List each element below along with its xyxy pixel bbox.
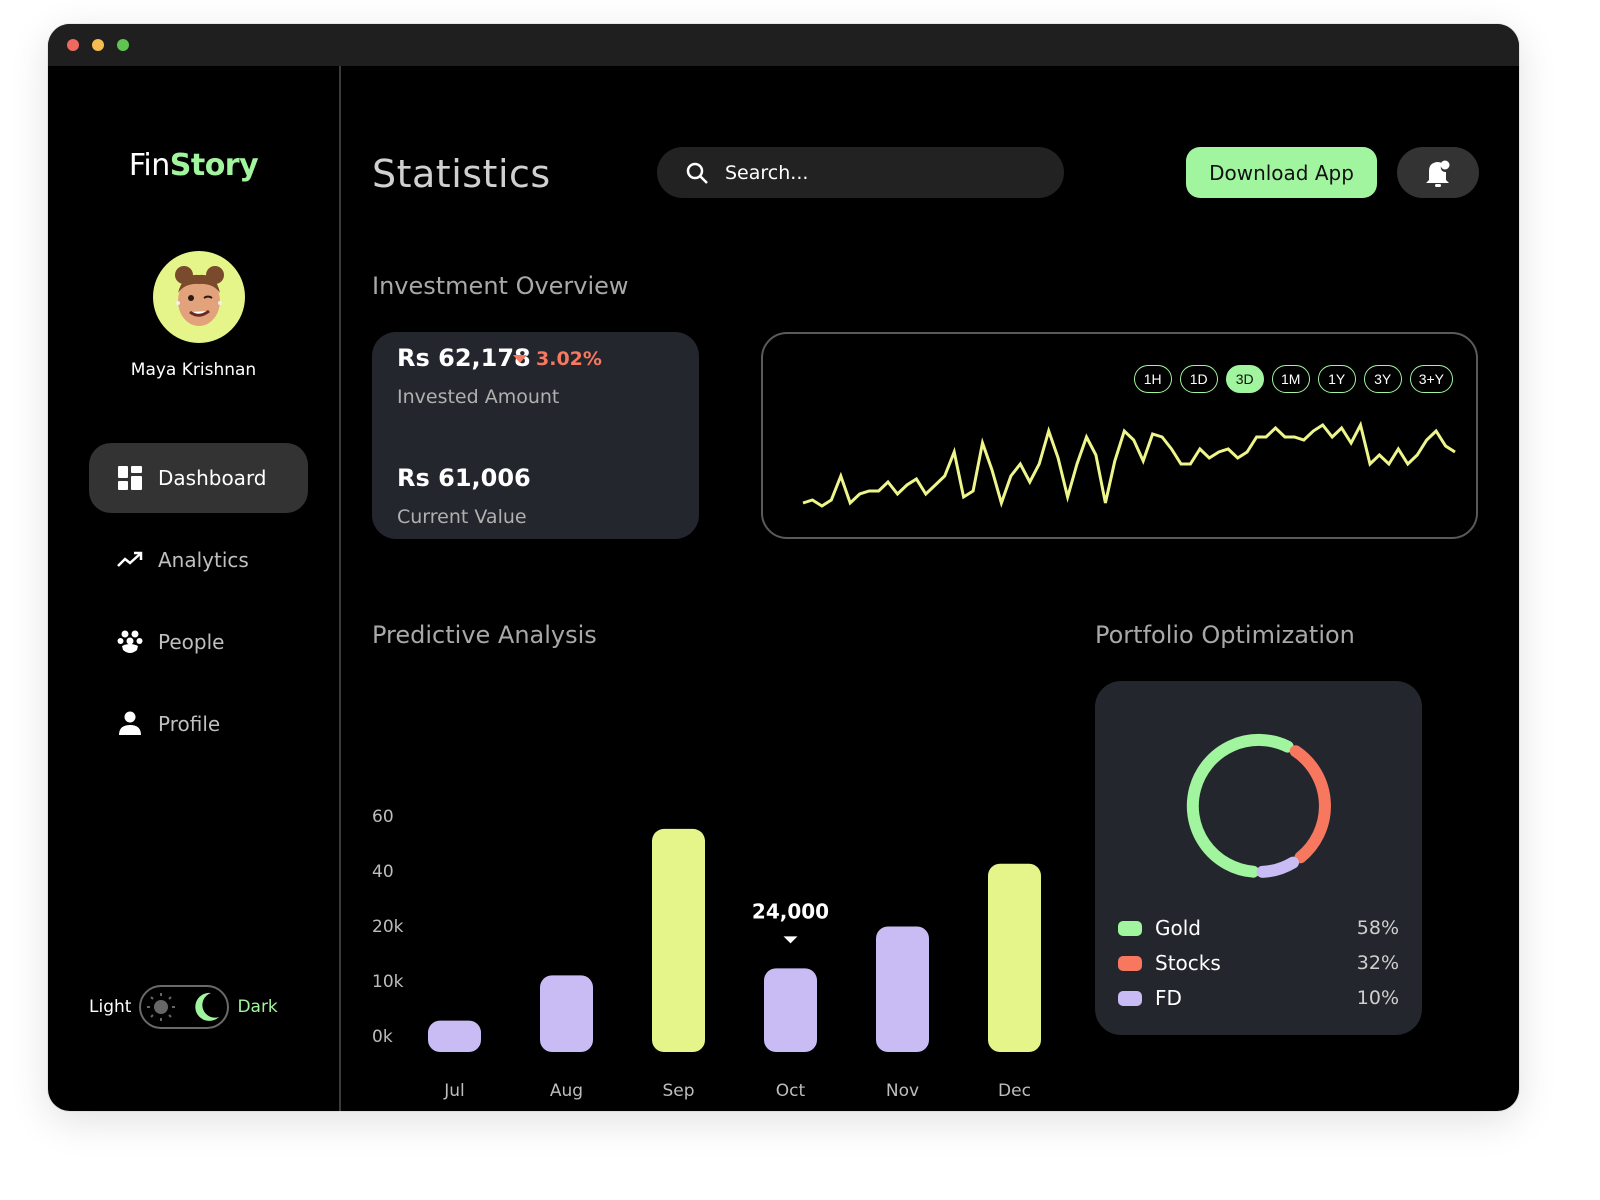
main-content: Statistics Download App Investment Overv…: [343, 66, 1519, 1111]
highlight-pointer-icon: [783, 936, 798, 944]
bar-highlight-label: 24,000: [752, 899, 829, 923]
legend-swatch: [1118, 990, 1142, 1006]
predictive-bar-chart: 0k 10k 20k 40 60 Jul Aug Sep Oct 24,000 Nov Dec: [372, 807, 1041, 1101]
donut-slice-fd[interactable]: [1256, 856, 1299, 878]
legend-swatch: [1118, 955, 1142, 971]
legend-label: FD: [1155, 986, 1182, 1010]
y-tick-label: 20k: [372, 917, 404, 937]
portfolio-card: Gold 58% Stocks 32% FD 10%: [1095, 681, 1422, 1035]
investment-summary-card: Rs 62,178 3.02% Invested Amount Rs 61,00…: [372, 332, 699, 539]
maximize-window-button[interactable]: [117, 39, 129, 51]
sun-icon: [147, 993, 176, 1021]
moon-icon: [195, 992, 220, 1021]
legend-swatch: [1118, 920, 1142, 936]
sidebar-item-analytics[interactable]: Analytics: [89, 525, 308, 595]
sidebar-item-dashboard[interactable]: Dashboard: [89, 443, 308, 513]
x-tick-label: Dec: [998, 1081, 1031, 1101]
page-title: Statistics: [372, 152, 551, 196]
theme-light-label[interactable]: Light: [89, 997, 131, 1017]
sidebar-item-label: Analytics: [158, 548, 249, 572]
x-tick-label: Oct: [776, 1081, 806, 1101]
investment-line-chart-card: 1H 1D 3D 1M 1Y 3Y 3+Y: [761, 332, 1478, 539]
legend-item-stocks: Stocks 32%: [1118, 948, 1399, 978]
portfolio-donut-chart: [1186, 734, 1331, 878]
theme-toggle[interactable]: [139, 985, 230, 1029]
sidebar: FinStory Maya Krishnan Dashboard Analyti…: [48, 66, 341, 1111]
portfolio-optimization-title: Portfolio Optimization: [1095, 621, 1355, 649]
memoji-avatar-icon: [175, 266, 224, 326]
bar-oct[interactable]: [764, 968, 817, 1052]
legend-value: 32%: [1356, 952, 1399, 974]
user-name: Maya Krishnan: [130, 360, 257, 380]
sidebar-item-label: Dashboard: [158, 466, 267, 490]
y-tick-label: 10k: [372, 972, 404, 992]
sidebar-item-people[interactable]: People: [89, 607, 308, 677]
search-input[interactable]: [725, 161, 1025, 184]
bar-jul[interactable]: [428, 1020, 481, 1052]
title-bar: [48, 24, 1519, 66]
search-bar[interactable]: [657, 147, 1064, 198]
predictive-analysis-title: Predictive Analysis: [372, 621, 597, 649]
current-value: Rs 61,006: [397, 464, 531, 492]
brand-logo[interactable]: FinStory: [48, 148, 339, 183]
x-tick-label: Sep: [662, 1081, 694, 1101]
y-tick-label: 0k: [372, 1027, 393, 1047]
profile-icon: [116, 710, 144, 738]
bell-icon: [1426, 160, 1450, 187]
sidebar-item-label: People: [158, 630, 225, 654]
investment-line-chart: [802, 420, 1456, 508]
invested-amount: Rs 62,178: [397, 344, 531, 372]
bar-aug[interactable]: [540, 975, 593, 1052]
x-tick-label: Aug: [550, 1081, 583, 1101]
donut-slice-stocks[interactable]: [1289, 745, 1331, 864]
theme-switch: Light Dark: [89, 984, 278, 1030]
avatar[interactable]: [153, 251, 245, 343]
investment-overview-title: Investment Overview: [372, 272, 629, 300]
minimize-window-button[interactable]: [92, 39, 104, 51]
x-tick-label: Jul: [443, 1081, 465, 1101]
invested-amount-label: Invested Amount: [397, 386, 560, 408]
legend-value: 10%: [1356, 987, 1399, 1009]
legend-item-fd: FD 10%: [1118, 983, 1399, 1013]
sidebar-item-label: Profile: [158, 712, 221, 736]
sidebar-item-profile[interactable]: Profile: [89, 689, 308, 759]
change-indicator: 3.02%: [513, 348, 602, 370]
brand-name-part2: Story: [169, 148, 259, 183]
legend-item-gold: Gold 58%: [1118, 913, 1399, 943]
download-app-button[interactable]: Download App: [1186, 147, 1377, 198]
bar-dec[interactable]: [988, 863, 1041, 1052]
dashboard-icon: [116, 464, 144, 492]
search-icon: [686, 162, 708, 184]
brand-name-part1: Fin: [128, 148, 170, 183]
legend-value: 58%: [1356, 917, 1399, 939]
legend-label: Stocks: [1155, 951, 1221, 975]
theme-dark-label[interactable]: Dark: [237, 997, 277, 1017]
notifications-button[interactable]: [1397, 147, 1479, 198]
people-icon: [116, 628, 144, 656]
close-window-button[interactable]: [67, 39, 79, 51]
y-tick-label: 40: [372, 862, 394, 882]
legend-label: Gold: [1155, 916, 1201, 940]
x-tick-label: Nov: [886, 1081, 919, 1101]
bar-nov[interactable]: [876, 926, 929, 1052]
bar-sep[interactable]: [652, 828, 705, 1052]
app-window: FinStory Maya Krishnan Dashboard Analyti…: [48, 24, 1519, 1111]
change-percent: 3.02%: [536, 348, 602, 370]
y-tick-label: 60: [372, 807, 394, 827]
donut-slice-gold[interactable]: [1186, 734, 1294, 878]
current-value-label: Current Value: [397, 506, 527, 528]
trending-up-icon: [116, 546, 144, 574]
trend-line: [802, 420, 1456, 508]
down-arrow-icon: [513, 355, 527, 363]
